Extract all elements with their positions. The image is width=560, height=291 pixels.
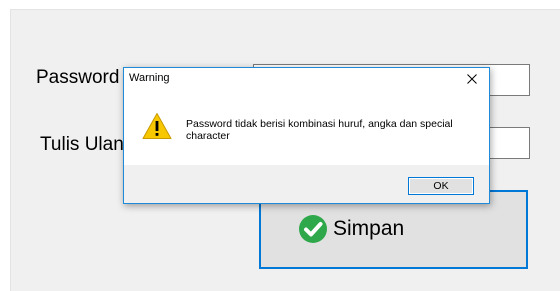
warning-dialog: Warning Password tidak berisi kombinasi … xyxy=(123,67,490,204)
check-circle-icon xyxy=(299,215,327,243)
dialog-title: Warning xyxy=(129,72,170,84)
dialog-close-button[interactable] xyxy=(461,68,483,90)
ok-button[interactable]: OK xyxy=(408,177,474,195)
dialog-message: Password tidak berisi kombinasi huruf, a… xyxy=(186,118,453,142)
dialog-body: Password tidak berisi kombinasi huruf, a… xyxy=(124,90,489,165)
retype-password-label: Tulis Ulan xyxy=(40,134,124,155)
close-icon xyxy=(467,74,477,84)
password-label: Password xyxy=(36,67,120,88)
save-button-label: Simpan xyxy=(333,217,405,240)
save-button-content: Simpan xyxy=(298,214,404,244)
dialog-titlebar[interactable]: Warning xyxy=(124,68,489,90)
warning-triangle-icon xyxy=(142,113,172,139)
